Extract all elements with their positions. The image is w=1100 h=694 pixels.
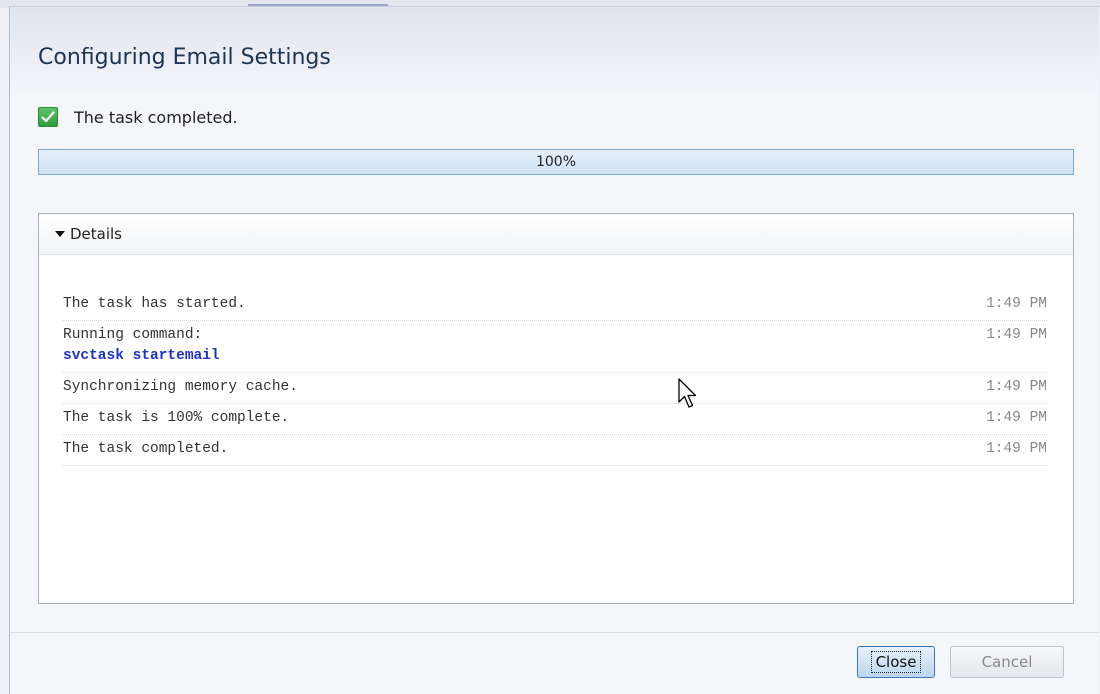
- dialog-title: Configuring Email Settings: [38, 45, 331, 70]
- details-label: Details: [70, 225, 123, 243]
- log-timestamp: 1:49 PM: [986, 410, 1047, 426]
- details-log: The task has started. 1:49 PM Running comm…: [63, 290, 1047, 466]
- log-message-block: Running command: svctask startemail: [63, 325, 220, 367]
- log-message: The task completed.: [63, 441, 229, 457]
- log-row: Synchronizing memory cache. 1:49 PM: [63, 373, 1047, 404]
- log-timestamp: 1:49 PM: [986, 441, 1047, 457]
- log-message: The task has started.: [63, 296, 246, 312]
- mouse-cursor-icon: [678, 378, 697, 408]
- log-message-block: Synchronizing memory cache.: [63, 377, 298, 398]
- status-text: The task completed.: [74, 107, 238, 127]
- status-row: The task completed.: [38, 105, 238, 129]
- log-row: The task completed. 1:49 PM: [63, 435, 1047, 466]
- cancel-button[interactable]: Cancel: [950, 646, 1064, 678]
- task-dialog: Configuring Email Settings The task comp…: [9, 6, 1099, 694]
- details-toggle[interactable]: Details: [39, 214, 1073, 255]
- log-timestamp: 1:49 PM: [986, 296, 1047, 312]
- log-message-block: The task has started.: [63, 294, 246, 315]
- log-message-block: The task completed.: [63, 439, 228, 460]
- log-message: Synchronizing memory cache.: [63, 379, 298, 395]
- close-button[interactable]: Close: [857, 646, 935, 678]
- log-timestamp: 1:49 PM: [986, 379, 1047, 395]
- progress-bar: 100%: [38, 149, 1074, 175]
- log-command: svctask startemail: [63, 348, 220, 364]
- triangle-down-icon: [55, 231, 65, 237]
- check-icon: [38, 107, 58, 127]
- log-row: The task has started. 1:49 PM: [63, 290, 1047, 321]
- log-message-block: The task is 100% complete.: [63, 408, 289, 429]
- log-row: Running command: svctask startemail 1:49 P…: [63, 321, 1047, 373]
- close-button-label: Close: [870, 651, 922, 673]
- log-timestamp: 1:49 PM: [986, 327, 1047, 343]
- footer-divider: [10, 632, 1099, 633]
- log-message: Running command:: [63, 327, 203, 343]
- details-panel: Details The task has started. 1:49 PM Runn…: [38, 213, 1074, 604]
- log-message: The task is 100% complete.: [63, 410, 290, 426]
- progress-label: 100%: [535, 154, 577, 170]
- log-row: The task is 100% complete. 1:49 PM: [63, 404, 1047, 435]
